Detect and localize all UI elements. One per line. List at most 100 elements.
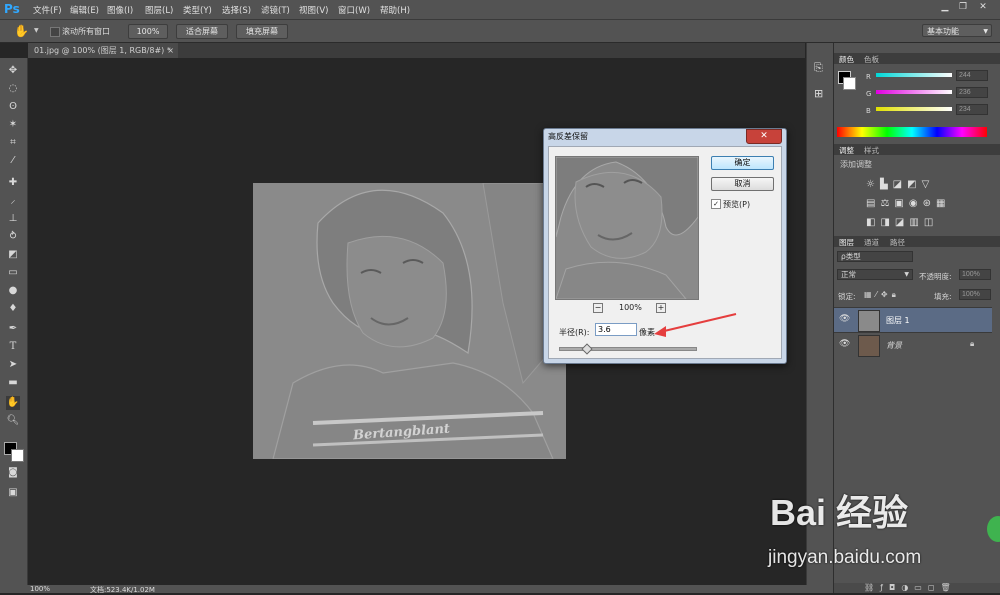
pen-tool-icon[interactable]: ✒ bbox=[6, 322, 20, 336]
ok-button[interactable]: 确定 bbox=[711, 156, 774, 170]
new-layer-icon[interactable]: ◻ bbox=[928, 583, 941, 592]
brightness-icon[interactable]: ☼ bbox=[866, 179, 880, 190]
menu-layer[interactable]: 图层(L) bbox=[145, 4, 173, 16]
folder-icon[interactable]: ▭ bbox=[914, 583, 928, 592]
tab-layers[interactable]: 图层 bbox=[839, 237, 854, 248]
menu-type[interactable]: 类型(Y) bbox=[183, 4, 212, 16]
menu-view[interactable]: 视图(V) bbox=[299, 4, 328, 16]
opacity-input[interactable] bbox=[959, 269, 991, 280]
hue-saturation-icon[interactable]: ▤ bbox=[866, 198, 880, 209]
preview-image[interactable] bbox=[555, 156, 699, 300]
tab-swatches[interactable]: 色板 bbox=[864, 54, 879, 65]
menu-edit[interactable]: 编辑(E) bbox=[70, 4, 99, 16]
quick-mask-icon[interactable]: ◙ bbox=[6, 466, 20, 480]
hand-tool-icon[interactable]: ✋ bbox=[6, 396, 20, 410]
radius-input[interactable] bbox=[595, 323, 637, 336]
dodge-tool-icon[interactable]: ♦ bbox=[6, 302, 20, 316]
tab-color[interactable]: 颜色 bbox=[839, 54, 854, 65]
tab-styles[interactable]: 样式 bbox=[864, 145, 879, 156]
color-spectrum-bar[interactable] bbox=[837, 127, 987, 137]
photo-filter-icon[interactable]: ◉ bbox=[909, 198, 923, 209]
channel-r-slider[interactable] bbox=[876, 73, 952, 77]
status-doc-info[interactable]: 文档:523.4K/1.02M bbox=[90, 585, 155, 595]
threshold-icon[interactable]: ◪ bbox=[895, 217, 909, 228]
gradient-map-icon[interactable]: ▥ bbox=[909, 217, 923, 228]
cancel-button[interactable]: 取消 bbox=[711, 177, 774, 191]
exposure-icon[interactable]: ◩ bbox=[907, 179, 921, 190]
menu-image[interactable]: 图像(I) bbox=[107, 4, 133, 16]
close-tab-icon[interactable]: × bbox=[167, 43, 174, 58]
adjustment-layer-icon[interactable]: ◑ bbox=[901, 583, 914, 592]
chevron-down-icon[interactable]: ▼ bbox=[34, 27, 39, 34]
menu-window[interactable]: 窗口(W) bbox=[338, 4, 370, 16]
mask-icon[interactable]: ◘ bbox=[889, 583, 901, 592]
layer-kind-filter[interactable]: ρ类型 bbox=[837, 251, 913, 262]
zoom-out-icon[interactable]: − bbox=[593, 303, 603, 313]
radius-slider-handle[interactable] bbox=[581, 343, 593, 355]
menu-file[interactable]: 文件(F) bbox=[33, 4, 62, 16]
visibility-eye-icon[interactable]: 👁︎ bbox=[839, 314, 850, 324]
hand-tool-icon[interactable]: ✋ bbox=[14, 24, 29, 38]
levels-icon[interactable]: ▙ bbox=[880, 179, 893, 190]
restore-icon[interactable]: ❐ bbox=[956, 2, 970, 14]
quick-select-tool-icon[interactable]: ✶ bbox=[6, 118, 20, 132]
tab-adjustments[interactable]: 调整 bbox=[839, 145, 854, 156]
preview-checkbox[interactable]: ✓ bbox=[711, 199, 721, 209]
status-zoom[interactable]: 100% bbox=[30, 585, 50, 593]
crop-tool-icon[interactable]: ⌗ bbox=[6, 136, 20, 150]
trash-icon[interactable]: 🗑︎ bbox=[941, 583, 957, 592]
bg-color-swatch[interactable] bbox=[843, 77, 856, 90]
fx-icon[interactable]: ƒ bbox=[880, 583, 889, 592]
channel-g-slider[interactable] bbox=[876, 90, 952, 94]
brush-tool-icon[interactable]: ⸝ bbox=[6, 194, 20, 208]
zoom-100-button[interactable]: 100% bbox=[128, 24, 168, 39]
layer-row[interactable]: 👁︎ 背景 🔒︎ bbox=[834, 332, 992, 357]
clone-stamp-tool-icon[interactable]: ⊥ bbox=[6, 212, 20, 226]
document-tab[interactable]: 01.jpg @ 100% (图层 1, RGB/8#) * × bbox=[28, 43, 178, 58]
scroll-all-checkbox[interactable] bbox=[50, 27, 60, 37]
marquee-tool-icon[interactable]: ◌ bbox=[6, 82, 20, 96]
history-brush-tool-icon[interactable]: ⥁ bbox=[6, 230, 20, 244]
layer-row[interactable]: 👁︎ 图层 1 bbox=[834, 307, 992, 332]
rectangle-tool-icon[interactable]: ▬ bbox=[6, 376, 20, 390]
tab-channels[interactable]: 通道 bbox=[864, 237, 879, 248]
type-tool-icon[interactable]: T bbox=[6, 340, 20, 354]
channel-r-value[interactable] bbox=[956, 70, 988, 81]
channel-b-value[interactable] bbox=[956, 104, 988, 115]
visibility-eye-icon[interactable]: 👁︎ bbox=[839, 339, 850, 349]
channel-mixer-icon[interactable]: ⊛ bbox=[923, 198, 936, 209]
workspace-select[interactable]: 基本功能 ▼ bbox=[922, 24, 992, 37]
color-balance-icon[interactable]: ⚖ bbox=[880, 198, 894, 209]
tab-paths[interactable]: 路径 bbox=[890, 237, 905, 248]
history-icon[interactable]: ⎘ bbox=[814, 61, 823, 75]
lock-icons[interactable]: ▦⁄✥🔒︎ bbox=[864, 290, 900, 300]
menu-filter[interactable]: 滤镜(T) bbox=[261, 4, 290, 16]
curves-icon[interactable]: ◪ bbox=[893, 179, 907, 190]
healing-brush-tool-icon[interactable]: ✚ bbox=[6, 176, 20, 190]
move-tool-icon[interactable]: ✥ bbox=[6, 64, 20, 78]
fill-input[interactable] bbox=[959, 289, 991, 300]
link-icon[interactable]: ⛓ bbox=[864, 583, 880, 592]
color-lookup-icon[interactable]: ▦ bbox=[936, 198, 950, 209]
blur-tool-icon[interactable]: ● bbox=[6, 284, 20, 298]
invert-icon[interactable]: ◧ bbox=[866, 217, 880, 228]
eraser-tool-icon[interactable]: ◩ bbox=[6, 248, 20, 262]
minimize-icon[interactable]: ▁ bbox=[938, 2, 952, 14]
selective-color-icon[interactable]: ◫ bbox=[924, 217, 938, 228]
channel-b-slider[interactable] bbox=[876, 107, 952, 111]
menu-help[interactable]: 帮助(H) bbox=[380, 4, 410, 16]
posterize-icon[interactable]: ◨ bbox=[880, 217, 894, 228]
vibrance-icon[interactable]: ▽ bbox=[922, 179, 935, 190]
eyedropper-tool-icon[interactable]: ⁄ bbox=[6, 154, 20, 168]
path-select-tool-icon[interactable]: ➤ bbox=[6, 358, 20, 372]
black-white-icon[interactable]: ▣ bbox=[894, 198, 908, 209]
fit-screen-button[interactable]: 适合屏幕 bbox=[176, 24, 228, 39]
zoom-tool-icon[interactable]: 🔍︎ bbox=[6, 414, 20, 428]
close-window-icon[interactable]: ✕ bbox=[976, 2, 990, 14]
properties-icon[interactable]: ⊞ bbox=[814, 87, 823, 100]
radius-slider-track[interactable] bbox=[559, 347, 697, 351]
channel-g-value[interactable] bbox=[956, 87, 988, 98]
fill-screen-button[interactable]: 填充屏幕 bbox=[236, 24, 288, 39]
menu-select[interactable]: 选择(S) bbox=[222, 4, 251, 16]
lasso-tool-icon[interactable]: ʘ bbox=[6, 100, 20, 114]
